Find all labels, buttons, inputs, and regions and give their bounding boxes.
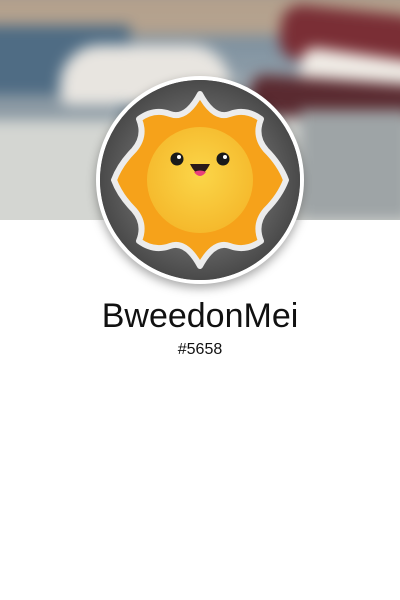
smiling-sun-icon xyxy=(100,80,300,280)
profile-card: BweedonMei #5658 xyxy=(0,0,400,600)
user-discriminator: #5658 xyxy=(177,341,223,358)
avatar[interactable] xyxy=(100,80,300,280)
username: BweedonMei xyxy=(101,297,299,335)
